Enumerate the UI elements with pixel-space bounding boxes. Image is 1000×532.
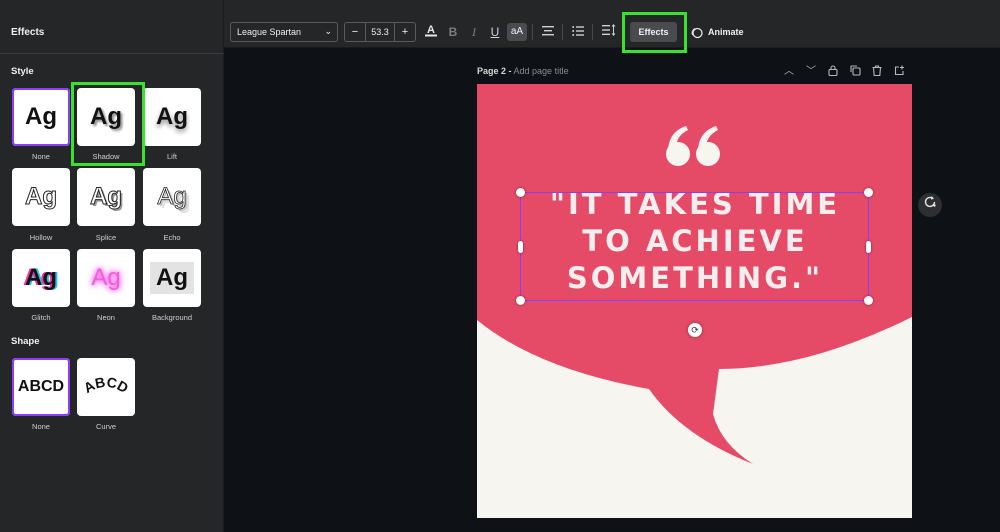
shape-none-tile[interactable]: ABCD (12, 358, 70, 416)
toolbar-divider (592, 24, 593, 40)
style-lift-label: Lift (166, 152, 177, 161)
toolbar-divider (532, 24, 533, 40)
resize-handle-top-right[interactable] (864, 188, 873, 197)
resize-handle-left[interactable] (518, 241, 523, 253)
lock-icon[interactable] (826, 65, 840, 79)
font-size-stepper: − 53.3 + (344, 22, 416, 42)
quote-mark-icon (666, 126, 720, 166)
page-title-input[interactable]: Add page title (514, 66, 569, 76)
shape-none-sample: ABCD (17, 378, 65, 395)
text-toolbar: League Spartan ⌄ − 53.3 + A B I U aA Eff… (224, 0, 1000, 48)
style-neon-label: Neon (97, 313, 115, 322)
list-icon[interactable] (569, 23, 587, 41)
quote-text[interactable]: "IT TAKES TIME TO ACHIEVE SOMETHING." (521, 186, 869, 297)
style-glitch-label: Glitch (31, 313, 51, 322)
font-family-select[interactable]: League Spartan ⌄ (230, 22, 338, 42)
svg-text:A: A (427, 24, 435, 36)
svg-text:ABCD: ABCD (81, 374, 131, 396)
font-family-value: League Spartan (237, 27, 302, 37)
design-page[interactable]: "IT TAKES TIME TO ACHIEVE SOMETHING." (477, 84, 912, 518)
style-neon-tile[interactable]: Ag (77, 249, 135, 307)
resize-handle-right[interactable] (866, 241, 871, 253)
shape-curve-tile[interactable]: ABCD (77, 358, 135, 416)
style-shadow-sample: Ag (90, 103, 122, 130)
style-shadow-label: Shadow (92, 152, 120, 161)
style-neon-sample: Ag (91, 264, 121, 291)
shape-curve-sample: ABCD (81, 374, 131, 396)
style-background-sample: Ag (150, 262, 194, 294)
style-echo-label: Echo (163, 233, 181, 242)
align-center-icon[interactable] (539, 23, 557, 41)
chevron-up-icon[interactable]: ︿ (782, 65, 796, 79)
shape-none-label: None (32, 422, 50, 431)
style-none-sample: Ag (25, 103, 57, 130)
quote-line: SOMETHING." (566, 261, 824, 295)
font-size-input[interactable]: 53.3 (365, 23, 395, 41)
animate-button[interactable]: Animate (690, 22, 744, 42)
toolbar-divider (562, 24, 563, 40)
regenerate-icon[interactable] (918, 193, 942, 217)
animate-label: Animate (708, 27, 744, 37)
text-color-icon[interactable]: A (422, 23, 440, 41)
page-number-label: Page 2 - (477, 66, 512, 76)
effects-button[interactable]: Effects (630, 22, 677, 42)
shape-section-label: Shape (11, 336, 40, 347)
animate-icon (691, 27, 703, 38)
style-splice-sample: Ag (90, 183, 123, 211)
add-page-icon[interactable] (892, 65, 906, 79)
style-hollow-tile[interactable]: Ag (12, 168, 70, 226)
style-lift-tile[interactable]: Ag (143, 88, 201, 146)
style-splice-tile[interactable]: Ag (77, 168, 135, 226)
style-lift-sample: Ag (156, 103, 188, 130)
style-section-label: Style (11, 66, 34, 77)
page-header: Page 2 - Add page title (477, 66, 569, 76)
decrease-font-size-button[interactable]: − (345, 23, 365, 41)
panel-divider (0, 53, 224, 54)
style-none-label: None (32, 152, 50, 161)
style-echo-tile[interactable]: Ag (143, 168, 201, 226)
style-shadow-tile[interactable]: Ag (77, 88, 135, 146)
style-none-tile[interactable]: Ag (12, 88, 70, 146)
spacing-icon[interactable] (600, 23, 618, 41)
chevron-down-icon: ⌄ (324, 26, 332, 36)
style-hollow-label: Hollow (29, 233, 53, 242)
style-glitch-sample: Ag (25, 264, 57, 291)
bold-icon[interactable]: B (444, 23, 462, 41)
style-glitch-tile[interactable]: Ag (12, 249, 70, 307)
effects-panel: Effects Style Ag None Ag Shadow Ag Lift … (0, 0, 224, 532)
style-echo-sample: Ag (157, 183, 187, 211)
panel-title: Effects (11, 27, 45, 38)
trash-icon[interactable] (870, 65, 884, 79)
italic-icon[interactable]: I (465, 23, 483, 41)
resize-handle-top-left[interactable] (516, 188, 525, 197)
style-background-tile[interactable]: Ag (143, 249, 201, 307)
style-splice-label: Splice (95, 233, 117, 242)
page-tools: ︿ ﹀ (782, 65, 906, 79)
duplicate-icon[interactable] (848, 65, 862, 79)
style-hollow-sample: Ag (25, 183, 58, 211)
resize-handle-bottom-left[interactable] (516, 296, 525, 305)
increase-font-size-button[interactable]: + (395, 23, 415, 41)
quote-line: TO ACHIEVE (582, 224, 808, 258)
chevron-down-icon[interactable]: ﹀ (804, 65, 818, 79)
resize-handle-bottom-right[interactable] (864, 296, 873, 305)
case-icon[interactable]: aA (507, 23, 527, 41)
underline-icon[interactable]: U (486, 23, 504, 41)
rotate-icon[interactable]: ⟳ (688, 323, 702, 337)
style-background-label: Background (151, 313, 193, 322)
quote-line: "IT TAKES TIME (549, 187, 841, 221)
shape-curve-label: Curve (95, 422, 116, 431)
